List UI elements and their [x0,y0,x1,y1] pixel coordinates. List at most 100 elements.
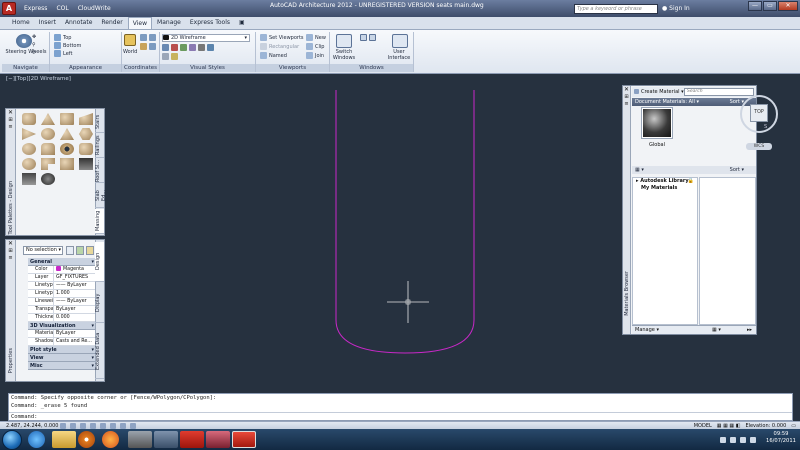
prop-row[interactable]: Thickness0.000 [28,314,96,322]
compass-south[interactable]: S [764,124,767,130]
menu-express[interactable]: Express [24,0,47,17]
extrusion-tool-icon[interactable] [41,158,55,170]
internet-explorer-icon[interactable] [28,431,45,448]
tab-railings[interactable]: Railings [95,134,104,158]
select-objects-icon[interactable] [76,246,84,255]
command-input[interactable]: Command: [9,412,792,420]
view-left-button[interactable]: Left [54,50,72,58]
prop-row[interactable]: Linetype ...1.000 [28,290,96,298]
material-thumbnail[interactable] [641,107,673,139]
prop-row[interactable]: Layer GF_FIXTURES [28,274,96,282]
box-tool-icon[interactable] [60,113,74,125]
tab-stairs[interactable]: Stairs [95,111,104,133]
rectangular-viewport-button[interactable]: Rectangular [260,43,299,51]
barrel-vault-tool-icon[interactable] [41,143,55,155]
join-viewport-button[interactable]: Join [306,52,324,60]
orbit-icon[interactable]: ⟳ [32,50,36,57]
section-misc[interactable]: Misc [28,362,96,370]
tab-render[interactable]: Render [97,17,126,29]
help-search-input[interactable]: Type a keyword or phrase [574,4,658,14]
dome-tool-icon[interactable] [79,128,93,140]
tool-palette-titlebar[interactable]: ✕ ⊞ ≡ Tool Palettes - Design [6,109,16,235]
tab-manage[interactable]: Manage [153,17,185,29]
visual-style-tools[interactable] [162,44,216,52]
pin-icon[interactable]: ⊞ [6,248,15,255]
close-icon[interactable]: ✕ [623,86,630,94]
user-interface-icon[interactable] [392,34,408,48]
tab-extended-data[interactable]: Extended Data [95,324,104,379]
zoom-icon[interactable]: ⚲ [32,42,36,49]
tab-design[interactable]: Design [95,242,104,282]
library-my-materials[interactable]: My Materials [633,185,697,192]
properties-titlebar[interactable]: ✕ ⊞ ≡ Properties [6,240,16,381]
named-viewports-button[interactable]: Named [260,52,287,60]
tab-express-tools[interactable]: Express Tools [186,17,234,29]
wcs-menu[interactable]: WCS [746,143,772,150]
close-icon[interactable]: ✕ [6,109,15,117]
selection-dropdown[interactable]: No selection ▾ [23,246,63,255]
freeform-tool-icon[interactable] [22,173,36,185]
toggle-pickadd-icon[interactable] [66,246,74,255]
ribbon-options-icon[interactable]: ▣ [235,17,249,29]
dome-2-tool-icon[interactable] [22,158,36,170]
app-icon[interactable] [154,431,178,448]
application-menu-button[interactable]: A [2,2,16,15]
system-clock[interactable]: 09:59 16/07/2011 [766,431,796,445]
acrobat-icon[interactable] [180,431,204,448]
pan-icon[interactable]: ✥ [32,34,36,41]
pin-icon[interactable]: ⊞ [6,117,15,124]
document-materials-header[interactable]: Document Materials: All ▾ Sort ▾ [632,98,756,106]
quick-select-icon[interactable] [86,246,94,255]
restore-button[interactable]: ▭ [763,1,777,11]
prop-row[interactable]: Linetype —— ByLayer [28,282,96,290]
new-viewport-button[interactable]: New [306,34,326,42]
menu-cloudwrite[interactable]: CloudWrite [78,0,111,17]
gable-tool-icon[interactable] [79,113,93,125]
tab-insert[interactable]: Insert [35,17,60,29]
prop-row[interactable]: Transpar...ByLayer [28,306,96,314]
volume-icon[interactable] [740,437,746,443]
library-tools-icon[interactable]: ▦ ▾ [635,167,644,173]
visual-style-tools-2[interactable] [162,53,180,61]
ucs-axis-icon[interactable] [140,43,158,51]
tab-roof-slabs[interactable]: Roof Sl... [95,159,104,183]
world-ucs-button[interactable]: World [123,49,137,56]
view-top-button[interactable]: Top [54,34,71,42]
sphere-tool-icon[interactable] [22,143,36,155]
menu-col[interactable]: COL [56,0,68,17]
prop-row[interactable]: Shadow ...Casts and Re... [28,338,96,346]
tray-arrow-icon[interactable] [720,437,726,443]
view-bottom-button[interactable]: Bottom [54,42,81,50]
flag-icon[interactable] [750,437,756,443]
tab-slab-edges[interactable]: Slab Ed... [95,184,107,208]
close-button[interactable]: ✕ [778,1,798,11]
tab-home[interactable]: Home [8,17,34,29]
prop-row[interactable]: Lineweight—— ByLayer [28,298,96,306]
switch-windows-button[interactable]: Switch Windows [332,49,356,61]
mass-group-tool-icon[interactable] [41,173,55,185]
tab-massing[interactable]: Massing [95,209,104,234]
drum-tool-icon[interactable] [79,143,93,155]
section-view[interactable]: View [28,354,96,362]
window-arrange-icons[interactable] [360,34,378,42]
expand-icon[interactable]: ▸▸ [747,326,752,335]
library-sort-button[interactable]: Sort ▾ [730,166,744,174]
create-material-button[interactable]: Create Material ▾ [634,88,684,96]
clip-viewport-button[interactable]: Clip [306,43,324,51]
section-plot-style[interactable]: Plot style [28,346,96,354]
firefox-icon[interactable] [102,431,119,448]
revolution-tool-icon[interactable] [60,158,74,170]
cylinder-tool-icon[interactable] [41,128,55,140]
materials-titlebar[interactable]: ✕ ⊞ ≡ Materials Browser [623,86,631,334]
app-icon[interactable] [206,431,230,448]
properties-icon[interactable]: ≡ [6,124,15,131]
prop-row[interactable]: Color Magenta [28,266,96,274]
wedge-tool-icon[interactable] [22,128,36,140]
cone-tool-icon[interactable] [60,128,74,140]
user-interface-button[interactable]: User Interface [386,49,412,61]
prop-row[interactable]: Material ByLayer [28,330,96,338]
properties-icon[interactable]: ≡ [6,255,15,262]
viewcube[interactable]: TOP S [740,90,780,140]
network-icon[interactable] [730,437,736,443]
view-options-icon[interactable]: ▦ ▾ [712,326,721,335]
